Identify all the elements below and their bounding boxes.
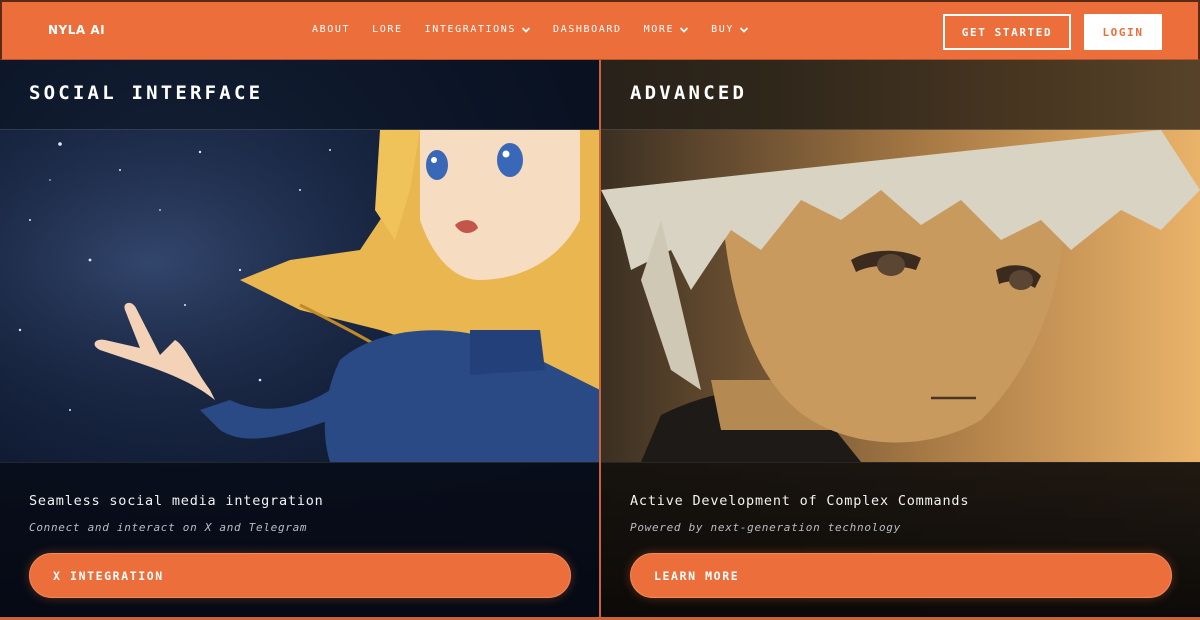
nav-item-label: ABOUT	[312, 24, 351, 35]
nav-item-about[interactable]: ABOUT	[312, 24, 350, 35]
learn-more-button[interactable]: LEARN MORE	[630, 553, 1172, 598]
main-nav: ABOUT LORE INTEGRATIONS DASHBOARD MORE B…	[312, 24, 771, 35]
top-navbar: NYLA AI ABOUT LORE INTEGRATIONS DASHBOAR…	[0, 0, 1200, 60]
chevron-down-icon	[739, 26, 749, 33]
nav-item-lore[interactable]: LORE	[372, 24, 402, 35]
get-started-button[interactable]: GET STARTED	[943, 14, 1071, 50]
x-integration-button[interactable]: X INTEGRATION	[29, 553, 571, 598]
card-subline: Powered by next-generation technology	[630, 521, 901, 534]
anime-girl-illustration	[0, 130, 600, 462]
nav-item-label: INTEGRATIONS	[424, 24, 517, 35]
card-subline: Connect and interact on X and Telegram	[29, 521, 308, 534]
card-title: ADVANCED	[630, 82, 748, 104]
nav-item-label: LORE	[372, 24, 403, 35]
login-button[interactable]: LOGIN	[1084, 14, 1162, 50]
card-footer: Active Development of Complex Commands P…	[601, 462, 1200, 620]
card-title-bar: SOCIAL INTERFACE	[0, 60, 600, 130]
nav-item-integrations[interactable]: INTEGRATIONS	[425, 24, 531, 35]
nav-item-buy[interactable]: BUY	[711, 24, 749, 35]
card-title: SOCIAL INTERFACE	[29, 82, 264, 104]
nav-item-dashboard[interactable]: DASHBOARD	[553, 24, 622, 35]
anime-boy-illustration	[601, 130, 1200, 462]
card-title-bar: ADVANCED	[601, 60, 1200, 130]
nav-item-label: DASHBOARD	[553, 24, 622, 35]
nav-item-more[interactable]: MORE	[644, 24, 689, 35]
card-headline: Seamless social media integration	[29, 493, 324, 509]
card-footer: Seamless social media integration Connec…	[0, 462, 600, 620]
card-headline: Active Development of Complex Commands	[630, 493, 970, 509]
chevron-down-icon	[679, 26, 689, 33]
chevron-down-icon	[521, 26, 531, 33]
advanced-card: ADVANCED Active Development of Complex C…	[601, 60, 1200, 620]
nav-item-label: MORE	[643, 24, 675, 35]
social-interface-card: SOCIAL INTERFACE Seamless social media i…	[0, 60, 600, 620]
site-logo[interactable]: NYLA AI	[48, 23, 105, 37]
nav-item-label: BUY	[711, 24, 734, 35]
